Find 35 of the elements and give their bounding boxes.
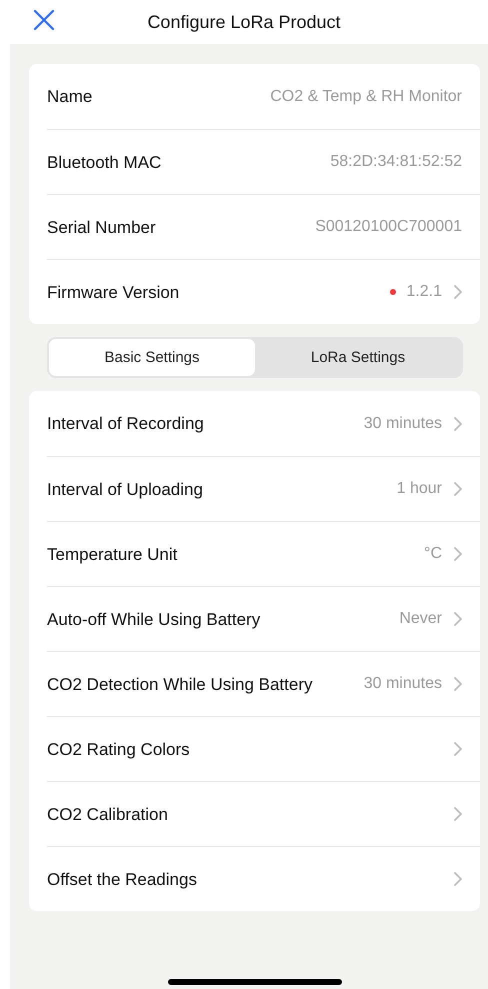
row-value: S00120100C700001 [315,218,462,236]
setting-label: Interval of Recording [47,413,205,434]
screen-title: Configure LoRa Product [147,12,341,32]
setting-label: CO2 Calibration [47,804,169,824]
chevron-icon [454,482,462,496]
chevron-icon [454,807,462,821]
row-label: Firmware Version [47,282,180,302]
setting-label: Auto-off While Using Battery [47,608,262,630]
row-value: CO2 & Temp & RH Monitor [270,88,462,106]
chevron-icon [454,416,462,430]
chevron-icon [454,742,462,756]
row-value: 1.2.1 [406,283,442,301]
close-icon [32,8,56,32]
chevron-icon [454,285,462,299]
setting-value: 1 hour [396,480,442,498]
setting-label: CO2 Detection While Using Battery [47,674,314,694]
row-label: Name [47,86,94,107]
segment-tab[interactable]: Basic Settings [49,339,255,376]
setting-value: 30 minutes [364,675,442,693]
row-label: Serial Number [47,216,157,238]
setting-value: Never [399,610,442,628]
setting-label: Interval of Uploading [47,478,204,500]
row-value: 58:2D:34:81:52:52 [330,153,462,171]
chevron-icon [454,547,462,561]
row-label: Bluetooth MAC [47,152,162,172]
setting-label: Temperature Unit [47,544,178,564]
setting-value: °C [424,545,442,563]
setting-value: 30 minutes [364,414,442,432]
segment-tab[interactable]: LoRa Settings [255,339,461,376]
chevron-icon [454,677,462,691]
chevron-icon [454,872,462,886]
setting-label: Offset the Readings [47,868,198,890]
chevron-icon [454,612,462,626]
close-button[interactable] [32,8,56,32]
setting-label: CO2 Rating Colors [47,738,191,760]
